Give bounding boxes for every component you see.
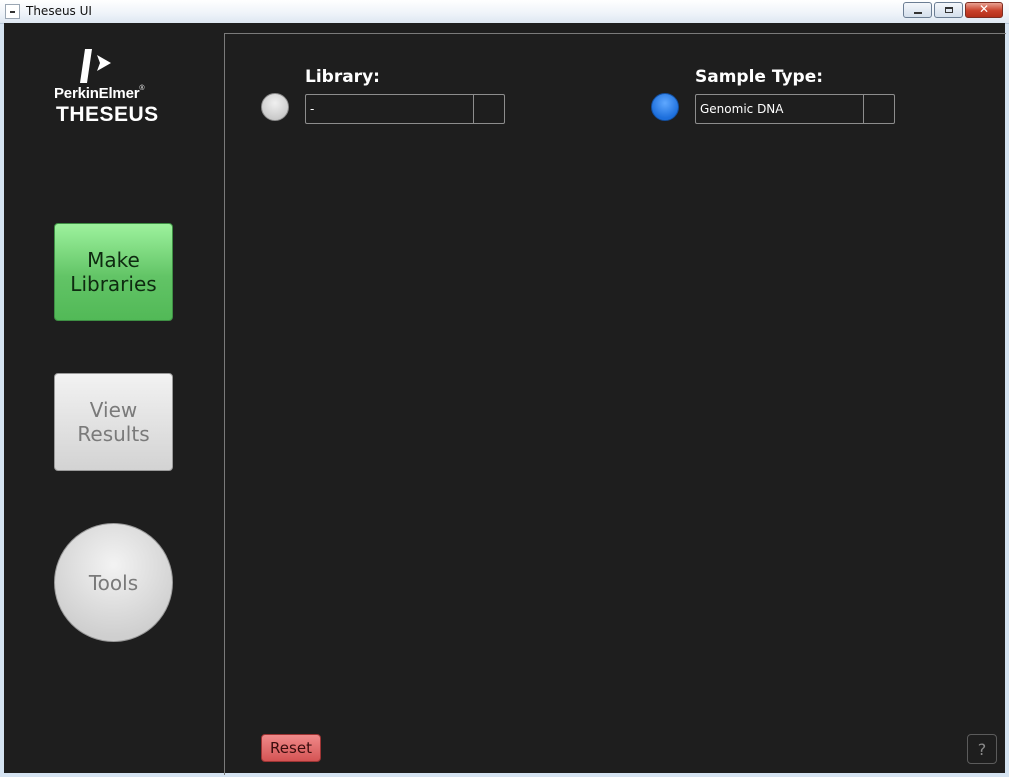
- logo-product-text: THESEUS: [56, 103, 159, 126]
- library-dropdown-arrow[interactable]: [473, 95, 504, 123]
- title-bar: Theseus UI ✕: [0, 0, 1009, 24]
- sample-type-status-indicator: [651, 93, 679, 121]
- minimize-button[interactable]: [903, 2, 932, 18]
- close-icon: ✕: [978, 2, 990, 16]
- minimize-icon: [914, 12, 922, 14]
- help-button[interactable]: ?: [967, 734, 997, 764]
- library-value: -: [310, 102, 315, 116]
- window-controls: ✕: [903, 2, 1003, 18]
- logo-brand-text: PerkinElmer®: [54, 85, 145, 102]
- restore-icon: [945, 7, 953, 13]
- tools-button[interactable]: Tools: [54, 523, 173, 642]
- help-icon: ?: [977, 739, 987, 759]
- view-results-label: View Results: [77, 398, 150, 446]
- app-window: PerkinElmer® THESEUS Make Libraries View…: [4, 23, 1006, 775]
- tools-label: Tools: [88, 570, 139, 595]
- window-title: Theseus UI: [26, 4, 92, 18]
- reset-button[interactable]: Reset: [261, 734, 321, 762]
- sample-type-value: Genomic DNA: [700, 102, 784, 116]
- make-libraries-label: Make Libraries: [70, 248, 157, 296]
- restore-button[interactable]: [934, 2, 963, 18]
- library-dropdown[interactable]: -: [305, 94, 505, 124]
- make-libraries-button[interactable]: Make Libraries: [54, 223, 173, 321]
- sample-type-label: Sample Type:: [695, 67, 824, 87]
- logo-mark-icon: [80, 49, 111, 83]
- library-label: Library:: [305, 67, 380, 87]
- library-status-indicator: [261, 93, 289, 121]
- view-results-button[interactable]: View Results: [54, 373, 173, 471]
- sample-type-dropdown-arrow[interactable]: [863, 95, 894, 123]
- app-icon: [5, 4, 20, 19]
- perkinelmer-logo: PerkinElmer® THESEUS: [52, 47, 176, 127]
- close-button[interactable]: ✕: [965, 2, 1003, 18]
- main-panel: Library: - Sample Type: Genomic DNA Rese…: [224, 33, 1006, 775]
- sample-type-dropdown[interactable]: Genomic DNA: [695, 94, 895, 124]
- reset-label: Reset: [270, 739, 312, 757]
